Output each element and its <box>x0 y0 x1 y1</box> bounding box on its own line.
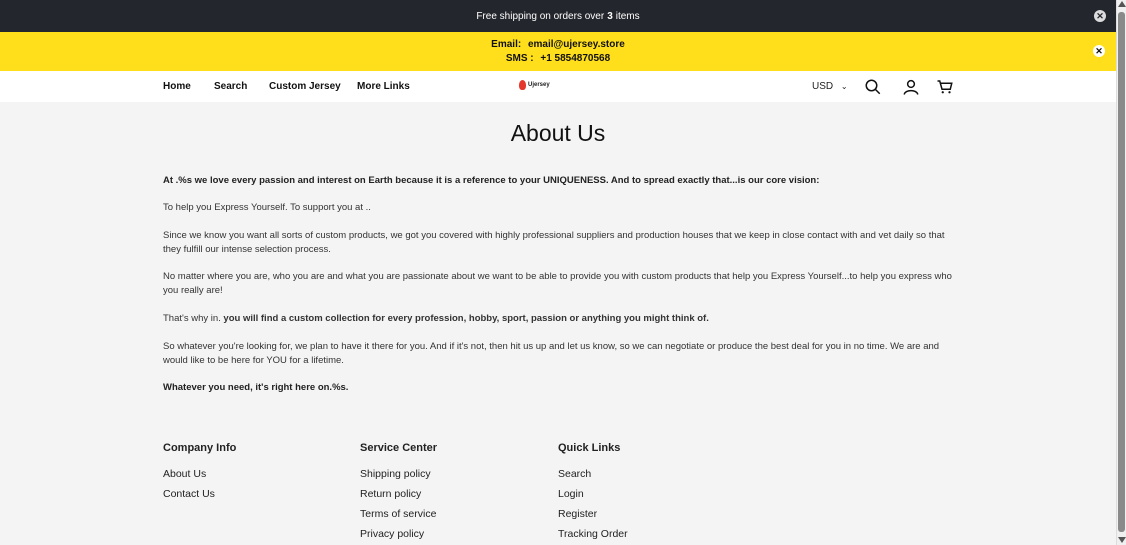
footer-link-search[interactable]: Search <box>558 464 628 484</box>
about-paragraph-5-plain: That's why in. <box>163 313 221 324</box>
logo-text: Ujersey <box>528 82 550 88</box>
footer-quick-links: Quick Links Search Login Register Tracki… <box>558 442 628 544</box>
announcement-text-after: items <box>615 10 640 22</box>
footer-service-title: Service Center <box>360 442 438 454</box>
nav-custom-jersey[interactable]: Custom Jersey <box>269 81 341 92</box>
footer-link-terms-of-service[interactable]: Terms of service <box>360 504 437 524</box>
close-icon[interactable]: ✕ <box>1093 45 1105 57</box>
about-paragraph-2: To help you Express Yourself. To support… <box>163 202 371 213</box>
scroll-down-icon[interactable] <box>1118 537 1126 543</box>
sms-value: +1 5854870568 <box>540 53 611 64</box>
footer-link-about-us[interactable]: About Us <box>163 464 236 484</box>
nav-search[interactable]: Search <box>214 81 247 92</box>
about-paragraph-4: No matter where you are, who you are and… <box>163 271 952 296</box>
about-paragraph-5: That's why in. you will find a custom co… <box>163 312 963 326</box>
cart-icon[interactable] <box>936 78 954 96</box>
announcement-bar: Free shipping on orders over 3 items ✕ <box>0 0 1116 32</box>
flame-icon <box>519 80 526 90</box>
close-icon[interactable]: ✕ <box>1094 10 1106 22</box>
sms-line: SMS : +1 5854870568 <box>0 53 1116 64</box>
user-icon[interactable] <box>902 78 920 96</box>
footer-link-privacy-policy[interactable]: Privacy policy <box>360 524 437 544</box>
footer-link-register[interactable]: Register <box>558 504 628 524</box>
footer-company-info: Company Info About Us Contact Us <box>163 442 236 504</box>
footer-link-shipping-policy[interactable]: Shipping policy <box>360 464 437 484</box>
about-paragraph-5-bold: you will find a custom collection for ev… <box>223 313 709 324</box>
nav-home[interactable]: Home <box>163 81 191 92</box>
about-paragraph-7: Whatever you need, it's right here on.%s… <box>163 382 349 393</box>
about-paragraph-1: At .%s we love every passion and interes… <box>163 175 820 186</box>
email-label: Email: <box>491 39 522 50</box>
about-content: About Us At .%s we love every passion an… <box>0 102 1116 545</box>
contact-bar: Email: email@ujersey.store SMS : +1 5854… <box>0 32 1116 71</box>
page-scrollbar[interactable] <box>1116 0 1126 545</box>
chevron-down-icon: ⌄ <box>840 82 848 91</box>
site-logo[interactable]: Ujersey <box>519 80 550 90</box>
footer-link-return-policy[interactable]: Return policy <box>360 484 437 504</box>
announcement-count: 3 <box>607 10 613 22</box>
scrollbar-thumb[interactable] <box>1118 12 1125 532</box>
sms-label: SMS : <box>505 53 534 64</box>
main-nav: Home Search Custom Jersey More Links Uje… <box>0 71 1116 102</box>
email-line: Email: email@ujersey.store <box>0 39 1116 50</box>
scroll-up-icon[interactable] <box>1118 1 1126 7</box>
email-value: email@ujersey.store <box>527 39 625 50</box>
about-paragraph-6: So whatever you're looking for, we plan … <box>163 341 940 366</box>
currency-value: USD <box>812 81 834 92</box>
search-icon[interactable] <box>864 78 882 96</box>
footer-link-contact-us[interactable]: Contact Us <box>163 484 236 504</box>
page-title: About Us <box>510 120 606 146</box>
currency-selector[interactable]: USD ⌄ <box>812 81 848 92</box>
footer-link-login[interactable]: Login <box>558 484 628 504</box>
footer-company-title: Company Info <box>163 442 237 454</box>
announcement-text-before: Free shipping on orders over <box>476 10 605 22</box>
footer-quick-title: Quick Links <box>558 442 621 454</box>
footer-service-center: Service Center Shipping policy Return po… <box>360 442 437 544</box>
about-paragraph-3: Since we know you want all sorts of cust… <box>163 230 945 255</box>
footer-link-tracking-order[interactable]: Tracking Order <box>558 524 628 544</box>
nav-more-links[interactable]: More Links <box>357 81 410 92</box>
